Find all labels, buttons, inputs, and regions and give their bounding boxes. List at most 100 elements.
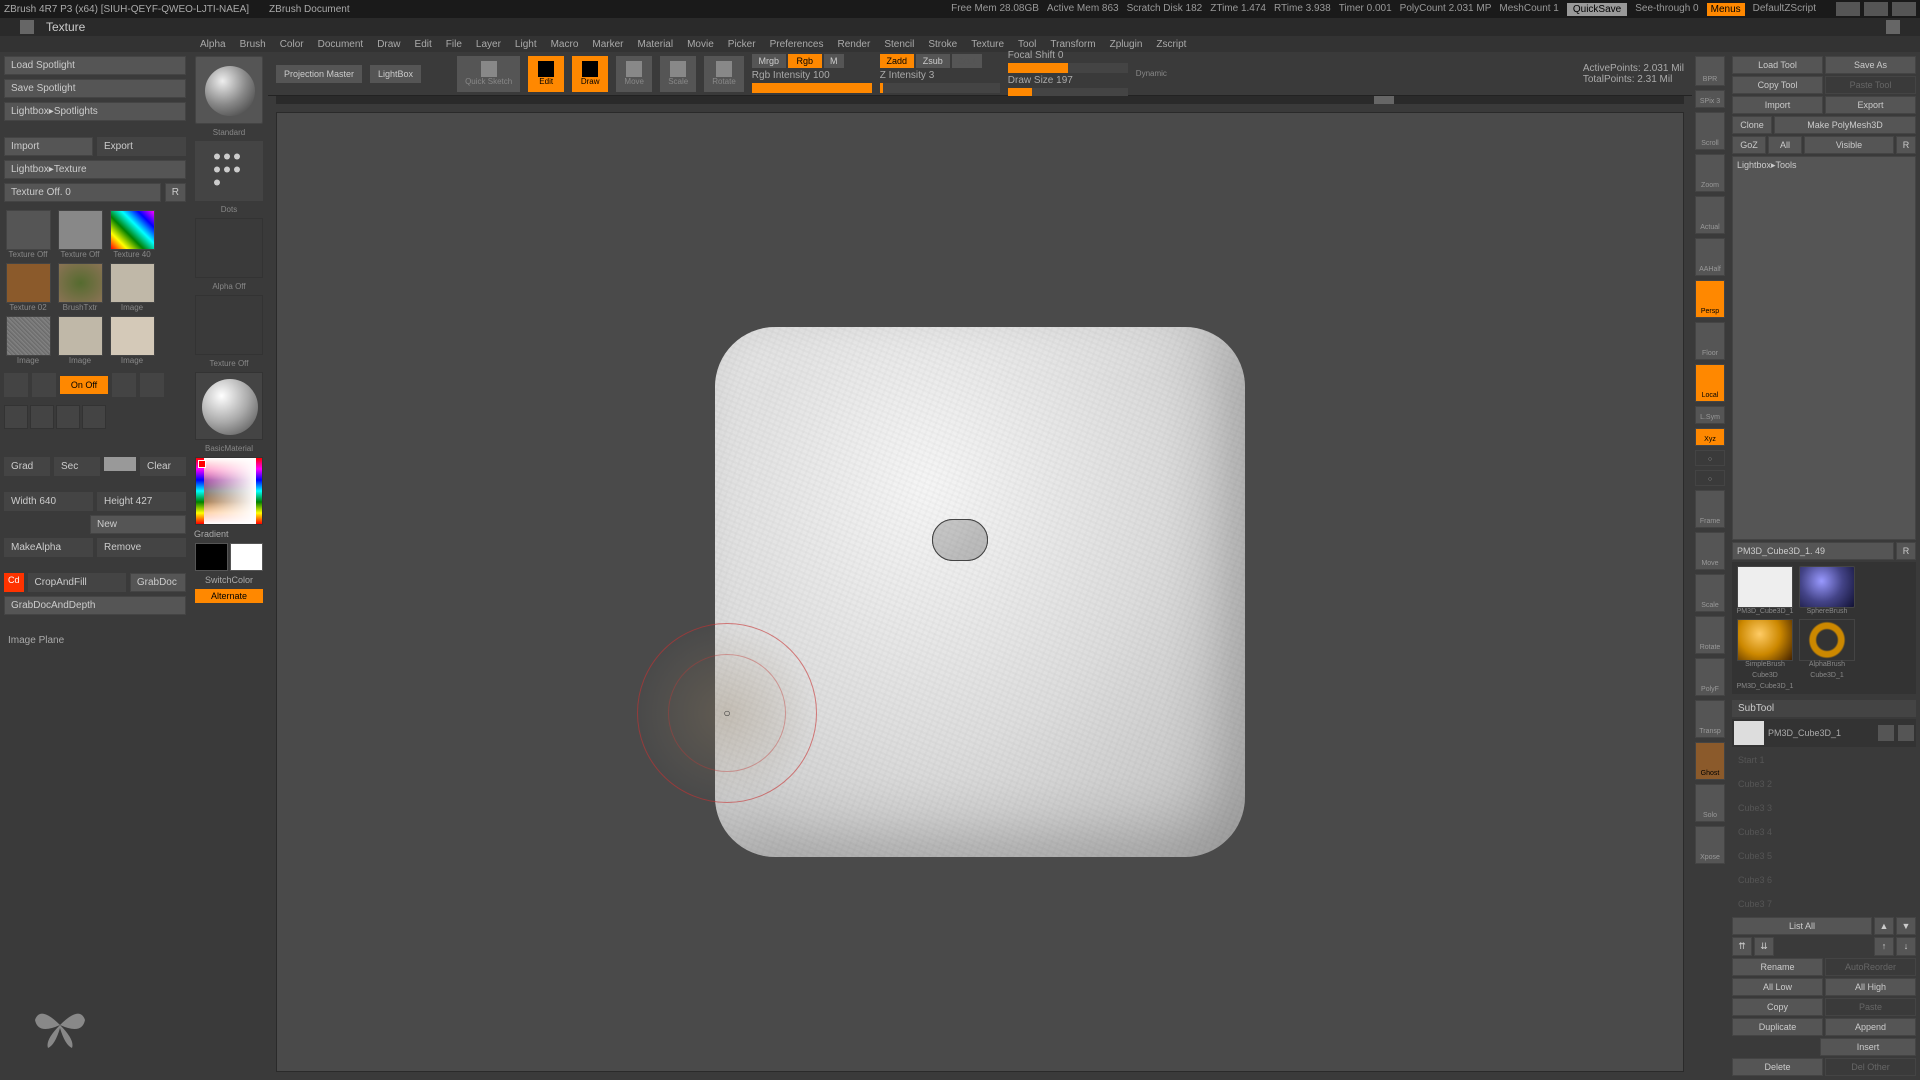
goz-all-button[interactable]: All [1768,136,1802,154]
import-tool-button[interactable]: Import [1732,96,1823,114]
menu-document[interactable]: Document [318,39,364,50]
menu-transform[interactable]: Transform [1050,39,1095,50]
quicksave-button[interactable]: QuickSave [1567,3,1627,16]
ghost-tool[interactable]: Ghost [1695,742,1725,780]
alpha-preview[interactable] [195,218,263,278]
goz-button[interactable]: GoZ [1732,136,1766,154]
misc-icon-1[interactable] [4,405,28,429]
misc-icon-2[interactable] [30,405,54,429]
move-up-icon[interactable]: ⇈ [1732,937,1752,956]
scale-button[interactable]: Scale [660,56,696,92]
new-button[interactable]: New [90,515,186,534]
paste-subtool-button[interactable]: Paste [1825,998,1916,1016]
texture-swatch-40[interactable] [110,210,155,250]
color-picker[interactable] [195,457,263,525]
import-texture-button[interactable]: Import [4,137,93,156]
allhigh-button[interactable]: All High [1825,978,1916,996]
rgb-intensity-label[interactable]: Rgb Intensity 100 [752,70,872,81]
tool-thumb-simple[interactable] [1737,619,1793,661]
load-tool-button[interactable]: Load Tool [1732,56,1823,74]
xpose-tool[interactable]: Xpose [1695,826,1725,864]
move-tool[interactable]: Move [1695,532,1725,570]
tool-thumb-sphere[interactable] [1799,566,1855,608]
subtool-item-active[interactable]: PM3D_Cube3D_1 [1732,719,1916,747]
win-max-icon[interactable] [1864,2,1888,16]
brush-preview[interactable] [195,56,263,124]
sec-button[interactable]: Sec [54,457,100,476]
texture-swatch-off[interactable] [6,210,51,250]
append-button[interactable]: Append [1825,1018,1916,1036]
persp-tool[interactable]: Persp [1695,280,1725,318]
flip-h-icon[interactable] [4,373,28,397]
scale-tool[interactable]: Scale [1695,574,1725,612]
tool-thumb-current[interactable] [1737,566,1793,608]
menu-preferences[interactable]: Preferences [770,39,824,50]
copy-subtool-button[interactable]: Copy [1732,998,1823,1016]
rotate-tool[interactable]: Rotate [1695,616,1725,654]
focal-shift-slider[interactable] [1008,63,1128,73]
menu-stroke[interactable]: Stroke [928,39,957,50]
draw-button[interactable]: Draw [572,56,608,92]
menu-tool[interactable]: Tool [1018,39,1036,50]
move-button[interactable]: Move [616,56,652,92]
zadd-button[interactable]: Zadd [880,54,914,68]
polyf-tool[interactable]: PolyF [1695,658,1725,696]
tool-r-button[interactable]: R [1896,542,1916,560]
menu-material[interactable]: Material [638,39,674,50]
bpr-button[interactable]: BPR [1695,56,1725,86]
height-field[interactable]: Height 427 [97,492,186,511]
zsub-button[interactable]: Zsub [916,54,950,68]
menu-draw[interactable]: Draw [377,39,400,50]
menu-texture[interactable]: Texture [971,39,1004,50]
menu-layer[interactable]: Layer [476,39,501,50]
remove-button[interactable]: Remove [97,538,186,557]
delete-button[interactable]: Delete [1732,1058,1823,1076]
save-tool-button[interactable]: Save As [1825,56,1916,74]
load-spotlight-button[interactable]: Load Spotlight [4,56,186,75]
alternate-button[interactable]: Alternate [195,589,263,603]
clear-button[interactable]: Clear [140,457,186,476]
menu-edit[interactable]: Edit [415,39,432,50]
canvas-scroll-h[interactable] [276,96,1684,104]
inv-icon[interactable] [140,373,164,397]
model-cube[interactable] [715,327,1245,857]
transp-tool[interactable]: Transp [1695,700,1725,738]
gradient-label[interactable]: Gradient [194,529,229,539]
save-spotlight-button[interactable]: Save Spotlight [4,79,186,98]
tool-thumb-alpha[interactable] [1799,619,1855,661]
rot-icon[interactable] [112,373,136,397]
texture-swatch-brushtxtr[interactable] [58,263,103,303]
texture-swatch-image2[interactable] [6,316,51,356]
z-intensity-slider[interactable] [880,83,1000,93]
home-icon[interactable] [20,20,34,34]
texture-preview[interactable] [195,295,263,355]
menus-toggle[interactable]: Menus [1707,3,1745,16]
menu-brush[interactable]: Brush [240,39,266,50]
y-axis-icon[interactable]: ○ [1695,470,1725,486]
nav-down-icon[interactable]: ↓ [1896,937,1916,956]
makealpha-button[interactable]: MakeAlpha [4,538,93,557]
zoom-tool[interactable]: Zoom [1695,154,1725,192]
subtool-header[interactable]: SubTool [1732,700,1916,717]
mrgb-button[interactable]: Mrgb [752,54,786,68]
win-min-icon[interactable] [1836,2,1860,16]
menu-movie[interactable]: Movie [687,39,714,50]
clone-button[interactable]: Clone [1732,116,1772,134]
goz-visible-button[interactable]: Visible [1804,136,1894,154]
listall-button[interactable]: List All [1732,917,1872,935]
menu-zscript[interactable]: Zscript [1156,39,1186,50]
cropfill-button[interactable]: CropAndFill [28,573,126,592]
rgb-button[interactable]: Rgb [788,54,822,68]
make-polymesh-button[interactable]: Make PolyMesh3D [1774,116,1916,134]
duplicate-button[interactable]: Duplicate [1732,1018,1823,1036]
aahalf-tool[interactable]: AAHalf [1695,238,1725,276]
primary-color-swatch[interactable] [230,543,263,571]
nav-up-icon[interactable]: ↑ [1874,937,1894,956]
menu-marker[interactable]: Marker [592,39,623,50]
lightbox-spotlights-button[interactable]: Lightbox▸Spotlights [4,102,186,121]
local-tool[interactable]: Local [1695,364,1725,402]
grabdocdepth-button[interactable]: GrabDocAndDepth [4,596,186,615]
width-field[interactable]: Width 640 [4,492,93,511]
move-down-icon[interactable]: ⇊ [1754,937,1774,956]
flip-v-icon[interactable] [32,373,56,397]
